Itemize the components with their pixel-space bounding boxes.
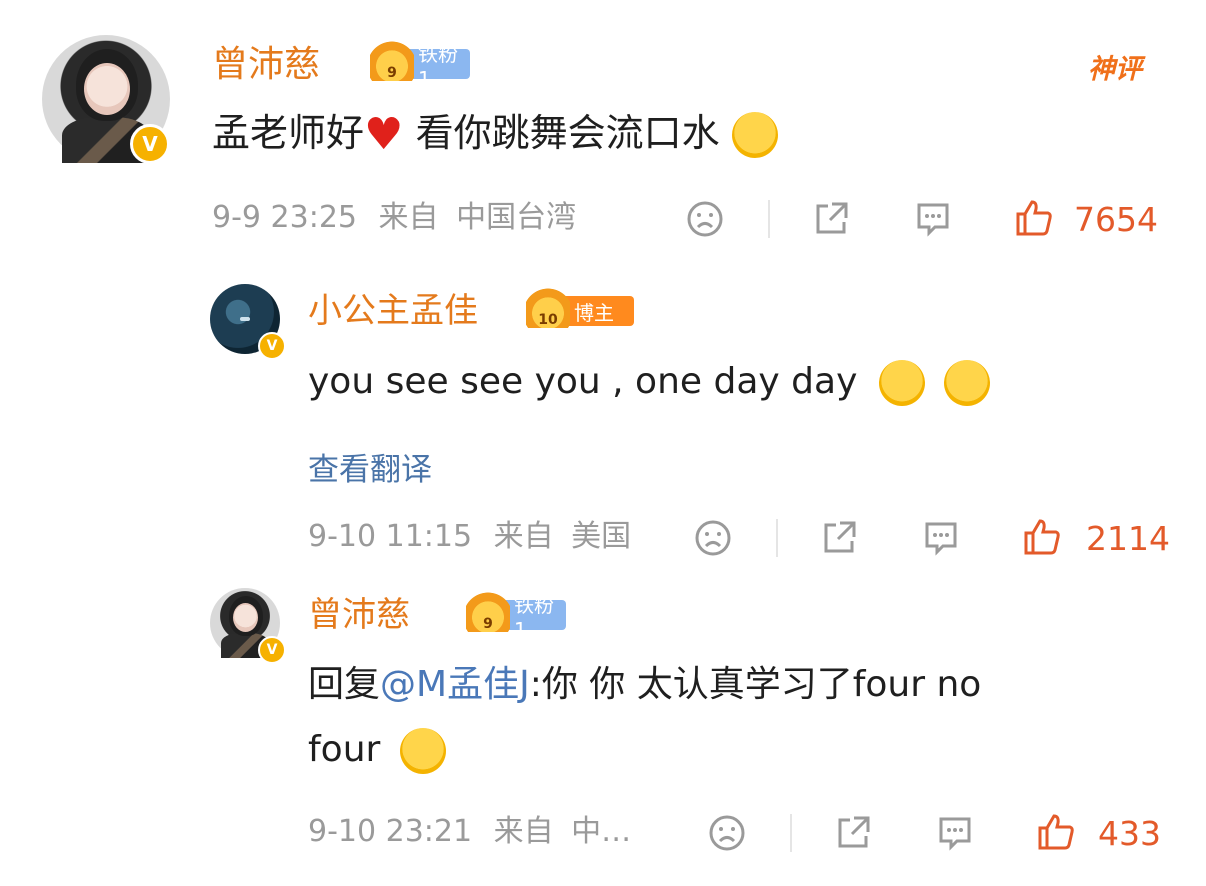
timestamp: 9-10 11:15: [308, 519, 473, 554]
covering-eyes-emoji-icon: [878, 360, 925, 406]
mention-link[interactable]: @M孟佳J: [380, 664, 530, 705]
thumbs-up-icon[interactable]: [1012, 196, 1056, 240]
sad-face-icon[interactable]: [684, 198, 726, 240]
from-label: 来自: [493, 814, 554, 849]
comment-text-line1: :你 你 太认真学习了four no: [529, 664, 982, 705]
verified-badge-icon: V: [130, 124, 170, 164]
fan-badge-label: 铁粉1: [418, 41, 458, 91]
share-icon[interactable]: [832, 812, 874, 854]
sad-face-icon[interactable]: [692, 517, 734, 559]
comment-text-continued: four: [308, 728, 446, 774]
grinning-emoji-icon: [944, 360, 991, 406]
comment-text: you see see you , one day day: [308, 360, 991, 406]
comment-text-body: you see see you , one day day: [308, 361, 858, 402]
location: 中国台湾: [456, 200, 577, 235]
tear-emoji-icon: [399, 728, 446, 774]
crown-icon: 9: [466, 590, 510, 632]
heart-emoji-icon: ♥: [364, 109, 404, 160]
fan-badge-label: 博主: [574, 300, 614, 325]
username[interactable]: 小公主孟佳: [308, 294, 478, 328]
comment-text-line2: four: [308, 729, 381, 770]
fan-badge[interactable]: 9 铁粉1: [466, 590, 566, 642]
comment-text: 回复@M孟佳J:你 你 太认真学习了four no: [308, 664, 981, 705]
comment-meta: 9-10 23:21 来自 中…: [308, 817, 631, 847]
fan-badge[interactable]: 9 铁粉1: [370, 39, 470, 91]
crown-icon: 10: [526, 286, 570, 328]
comment-meta: 9-9 23:25 来自 中国台湾: [212, 203, 576, 233]
from-label: 来自: [493, 519, 554, 554]
from-label: 来自: [378, 200, 439, 235]
username[interactable]: 曾沛慈: [308, 598, 410, 632]
thumbs-up-icon[interactable]: [1034, 810, 1078, 854]
reply-prefix: 回复: [308, 664, 381, 705]
divider: [776, 519, 778, 557]
comment-text-part1: 孟老师好: [212, 110, 365, 155]
comment-text-part2: 看你跳舞会流口水: [415, 110, 720, 155]
timestamp: 9-10 23:21: [308, 814, 473, 849]
top-comment-tag: 神评: [1088, 54, 1142, 85]
fan-badge[interactable]: 10 博主: [526, 286, 634, 328]
verified-badge-icon: V: [258, 332, 286, 360]
comment-text: 孟老师好♥ 看你跳舞会流口水: [212, 109, 778, 161]
location: 美国: [571, 519, 632, 554]
fan-badge-label: 铁粉1: [514, 592, 554, 642]
divider: [790, 814, 792, 852]
like-count: 7654: [1074, 200, 1158, 239]
comment-icon[interactable]: [934, 812, 976, 854]
verified-badge-icon: V: [258, 636, 286, 664]
timestamp: 9-9 23:25: [212, 200, 357, 235]
comment-meta: 9-10 11:15 来自 美国: [308, 522, 631, 552]
sad-face-icon[interactable]: [706, 812, 748, 854]
like-count: 433: [1098, 814, 1161, 853]
like-count: 2114: [1086, 519, 1170, 558]
share-icon[interactable]: [810, 198, 852, 240]
comment-icon[interactable]: [920, 517, 962, 559]
crown-icon: 9: [370, 39, 414, 81]
thumbs-up-icon[interactable]: [1020, 515, 1064, 559]
divider: [768, 200, 770, 238]
drooling-emoji-icon: [731, 112, 778, 159]
username[interactable]: 曾沛慈: [212, 47, 320, 83]
comment-icon[interactable]: [912, 198, 954, 240]
share-icon[interactable]: [818, 517, 860, 559]
location: 中…: [571, 814, 632, 849]
translate-link[interactable]: 查看翻译: [308, 444, 432, 489]
